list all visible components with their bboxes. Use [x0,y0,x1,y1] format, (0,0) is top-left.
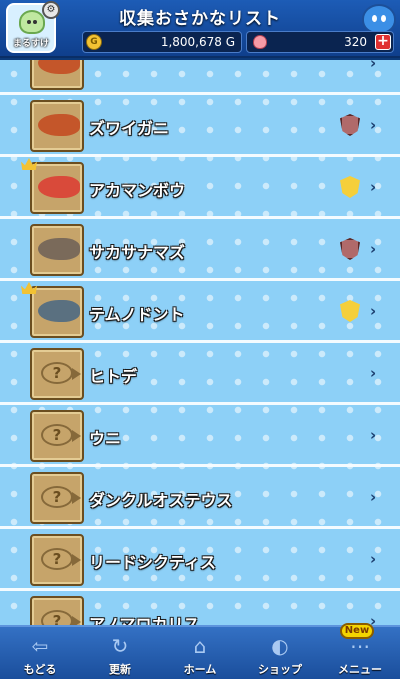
fish-name: ウニ [89,429,122,448]
refresh-icon: ↻ [111,634,129,658]
tab-refresh-label: 更新 [109,663,131,676]
crown-icon [21,158,37,170]
fish-thumbnail [30,162,84,214]
unknown-fish-icon: ? [41,610,81,625]
fish-name: ズワイガニ [89,119,170,138]
chevron-right-icon[interactable]: › [370,550,376,568]
tab-shop-label: ショップ [258,663,302,676]
back-arrow-icon: ⇦ [31,634,49,658]
locked-fish-thumbnail: ? [30,472,84,524]
avatar-face-icon [19,10,45,34]
chevron-right-icon[interactable]: › [370,240,376,258]
unknown-fish-icon: ? [41,486,81,508]
gold-value: 1,800,678 G [160,35,235,49]
unknown-fish-icon: ? [41,548,81,570]
header-bar: まるすけ ⚙ 収集おさかなリスト G 1,800,678 G 320 + [0,0,400,58]
chevron-right-icon[interactable]: › [370,60,376,72]
fish-name: アノマロカリス [89,615,200,625]
bronze-medal-icon [340,114,360,136]
coin-icon: G [86,34,102,50]
chevron-right-icon[interactable]: › [370,612,376,625]
list-item[interactable]: ? ダンクルオステウス › [0,467,400,529]
gold-medal-icon [340,300,360,322]
chevron-right-icon[interactable]: › [370,116,376,134]
fish-icon [38,60,80,74]
fish-list[interactable]: › ズワイガニ › アカマンボウ › サカサナマズ › テムノドント ›? ヒトデ ›? ウニ ›? ダン… [0,60,400,625]
avatar-name: まるすけ [12,39,49,49]
bronze-medal-icon [340,238,360,260]
tab-refresh[interactable]: ↻ 更新 [80,627,160,679]
fish-thumbnail [30,60,84,90]
new-badge: New [340,623,374,639]
gear-icon[interactable]: ⚙ [42,1,60,19]
crown-icon [21,282,37,294]
fish-name: リードシクティス [89,553,217,572]
chevron-right-icon[interactable]: › [370,178,376,196]
home-dragon-icon: ⌂ [193,634,207,658]
chevron-right-icon[interactable]: › [370,426,376,444]
gold-medal-icon [340,176,360,198]
fish-name: アカマンボウ [89,181,186,200]
tab-menu-label: メニュー [338,663,382,676]
unknown-fish-icon: ? [41,362,81,384]
fish-thumbnail [30,224,84,276]
list-item[interactable]: サカサナマズ › [0,219,400,281]
page-title: 収集おさかなリスト [119,9,281,29]
list-item[interactable]: ? リードシクティス › [0,529,400,591]
tab-home[interactable]: ⌂ ホーム [160,627,240,679]
list-item[interactable]: テムノドント › [0,281,400,343]
fish-icon [38,238,80,260]
fish-thumbnail [30,100,84,152]
fish-icon [38,114,80,136]
list-item[interactable]: ズワイガニ › [0,95,400,157]
chevron-right-icon[interactable]: › [370,302,376,320]
fish-thumbnail [30,286,84,338]
fish-icon [38,300,80,322]
fish-name: ヒトデ [89,367,138,386]
gem-value: 320 [344,35,367,49]
shop-slime-icon: ◐ [271,634,289,658]
list-item[interactable]: › [0,60,400,95]
fish-name: テムノドント [89,305,185,324]
locked-fish-thumbnail: ? [30,410,84,462]
fish-name: ダンクルオステウス [89,491,233,510]
tab-back-label: もどる [23,663,57,676]
list-item[interactable]: ? アノマロカリス › [0,591,400,625]
locked-fish-thumbnail: ? [30,534,84,586]
tab-home-label: ホーム [183,663,217,676]
list-item[interactable]: アカマンボウ › [0,157,400,219]
locked-fish-thumbnail: ? [30,596,84,625]
list-item[interactable]: ? ウニ › [0,405,400,467]
gem-icon [253,35,267,49]
fish-icon [38,176,80,198]
chevron-right-icon[interactable]: › [370,488,376,506]
locked-fish-thumbnail: ? [30,348,84,400]
gem-counter: 320 + [246,31,394,53]
unknown-fish-icon: ? [41,424,81,446]
fish-name: サカサナマズ [89,243,186,262]
slime-mascot-icon [362,4,396,34]
chevron-right-icon[interactable]: › [370,364,376,382]
add-gems-button[interactable]: + [375,34,391,50]
tab-shop[interactable]: ◐ ショップ [240,627,320,679]
tab-back[interactable]: ⇦ もどる [0,627,80,679]
gold-counter: G 1,800,678 G [82,31,242,53]
list-item[interactable]: ? ヒトデ › [0,343,400,405]
